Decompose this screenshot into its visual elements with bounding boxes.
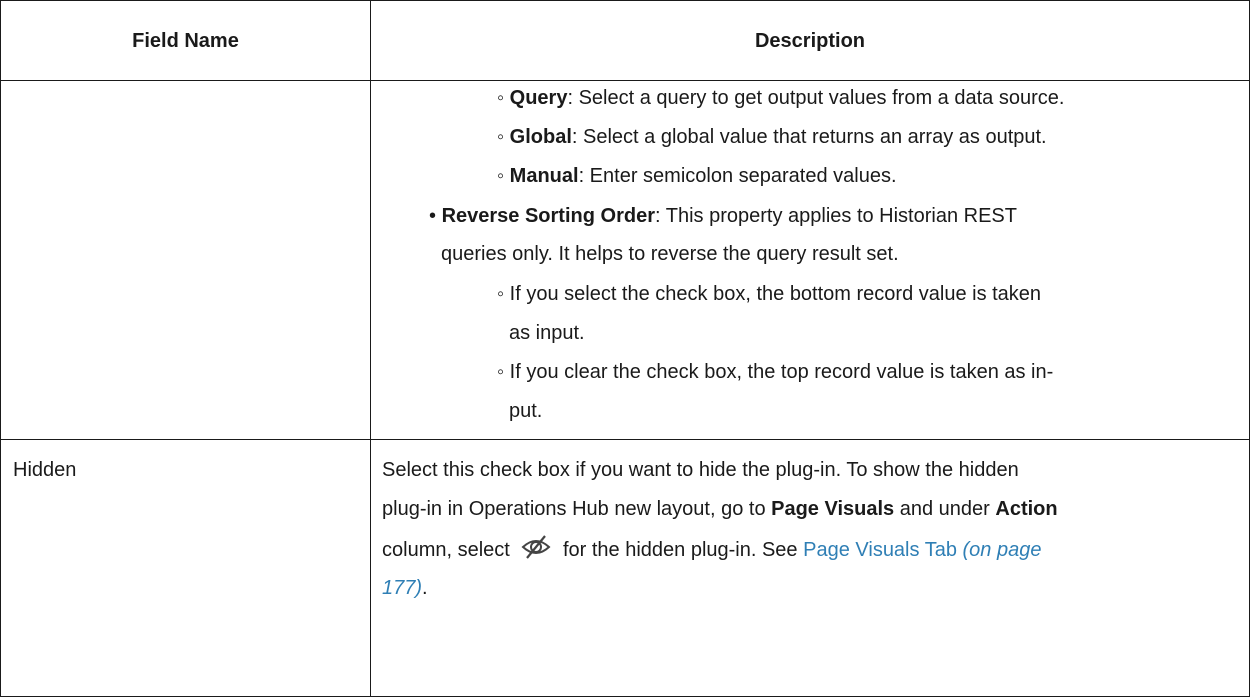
term-global-desc: : Select a global value that returns an … — [571, 126, 1047, 148]
term-query: Query — [509, 87, 568, 109]
page-ref[interactable]: (on page — [957, 539, 1042, 561]
list-item: ◦ If you select the check box, the botto… — [497, 283, 1042, 305]
text-line: column, select for the hidden plug-in. S… — [382, 532, 1041, 568]
text-span: and under — [894, 498, 996, 520]
table-row: Hidden Select this check box if you want… — [0, 439, 1250, 697]
term-query-desc: : Select a query to get output values fr… — [567, 87, 1065, 109]
field-cell: Hidden — [0, 439, 371, 697]
term-page-visuals: Page Visuals — [771, 498, 895, 520]
term-reverse-sorting: Reverse Sorting Order — [441, 205, 655, 227]
text-span: column, select — [382, 539, 516, 561]
text-span: for the hidden plug-in. See — [557, 539, 804, 561]
term-manual: Manual — [509, 165, 579, 187]
description-cell: ◦ Query: Select a query to get output va… — [370, 80, 1250, 440]
header-description: Description — [370, 0, 1250, 81]
field-description-table: Field Name Description ◦ Query: Select a… — [0, 0, 1250, 697]
text-line: Select this check box if you want to hid… — [382, 459, 1019, 481]
description-cell: Select this check box if you want to hid… — [370, 439, 1250, 697]
text-line: queries only. It helps to reverse the qu… — [441, 243, 899, 265]
list-item: ◦ Manual: Enter semicolon separated valu… — [497, 165, 897, 187]
table-row: ◦ Query: Select a query to get output va… — [0, 80, 1250, 440]
text-line: put. — [509, 400, 543, 422]
field-hidden: Hidden — [13, 459, 77, 481]
text-span: plug-in in Operations Hub new layout, go… — [382, 498, 772, 520]
term-manual-desc: : Enter semicolon separated values. — [578, 165, 897, 187]
list-item: ◦ Global: Select a global value that ret… — [497, 126, 1047, 148]
field-cell — [0, 80, 371, 440]
term-reverse-desc-1: : This property applies to Historian RES… — [654, 205, 1017, 227]
term-global: Global — [509, 126, 572, 148]
list-item: • Reverse Sorting Order: This property a… — [429, 205, 1017, 227]
clear-text-1: If you clear the check box, the top reco… — [509, 361, 1054, 383]
select-text-1: If you select the check box, the bottom … — [509, 283, 1042, 305]
text-span: . — [422, 577, 428, 599]
eye-slash-icon — [521, 535, 551, 559]
text-line: plug-in in Operations Hub new layout, go… — [382, 491, 1058, 527]
text-line: 177). — [382, 570, 428, 606]
list-item: ◦ Query: Select a query to get output va… — [497, 87, 1065, 109]
text-line: as input. — [509, 322, 585, 344]
header-field-name: Field Name — [0, 0, 371, 81]
list-item: ◦ If you clear the check box, the top re… — [497, 361, 1054, 383]
page-ref-number[interactable]: 177) — [382, 577, 422, 599]
term-action: Action — [995, 498, 1058, 520]
page-visuals-tab-link[interactable]: Page Visuals Tab — [803, 539, 957, 561]
